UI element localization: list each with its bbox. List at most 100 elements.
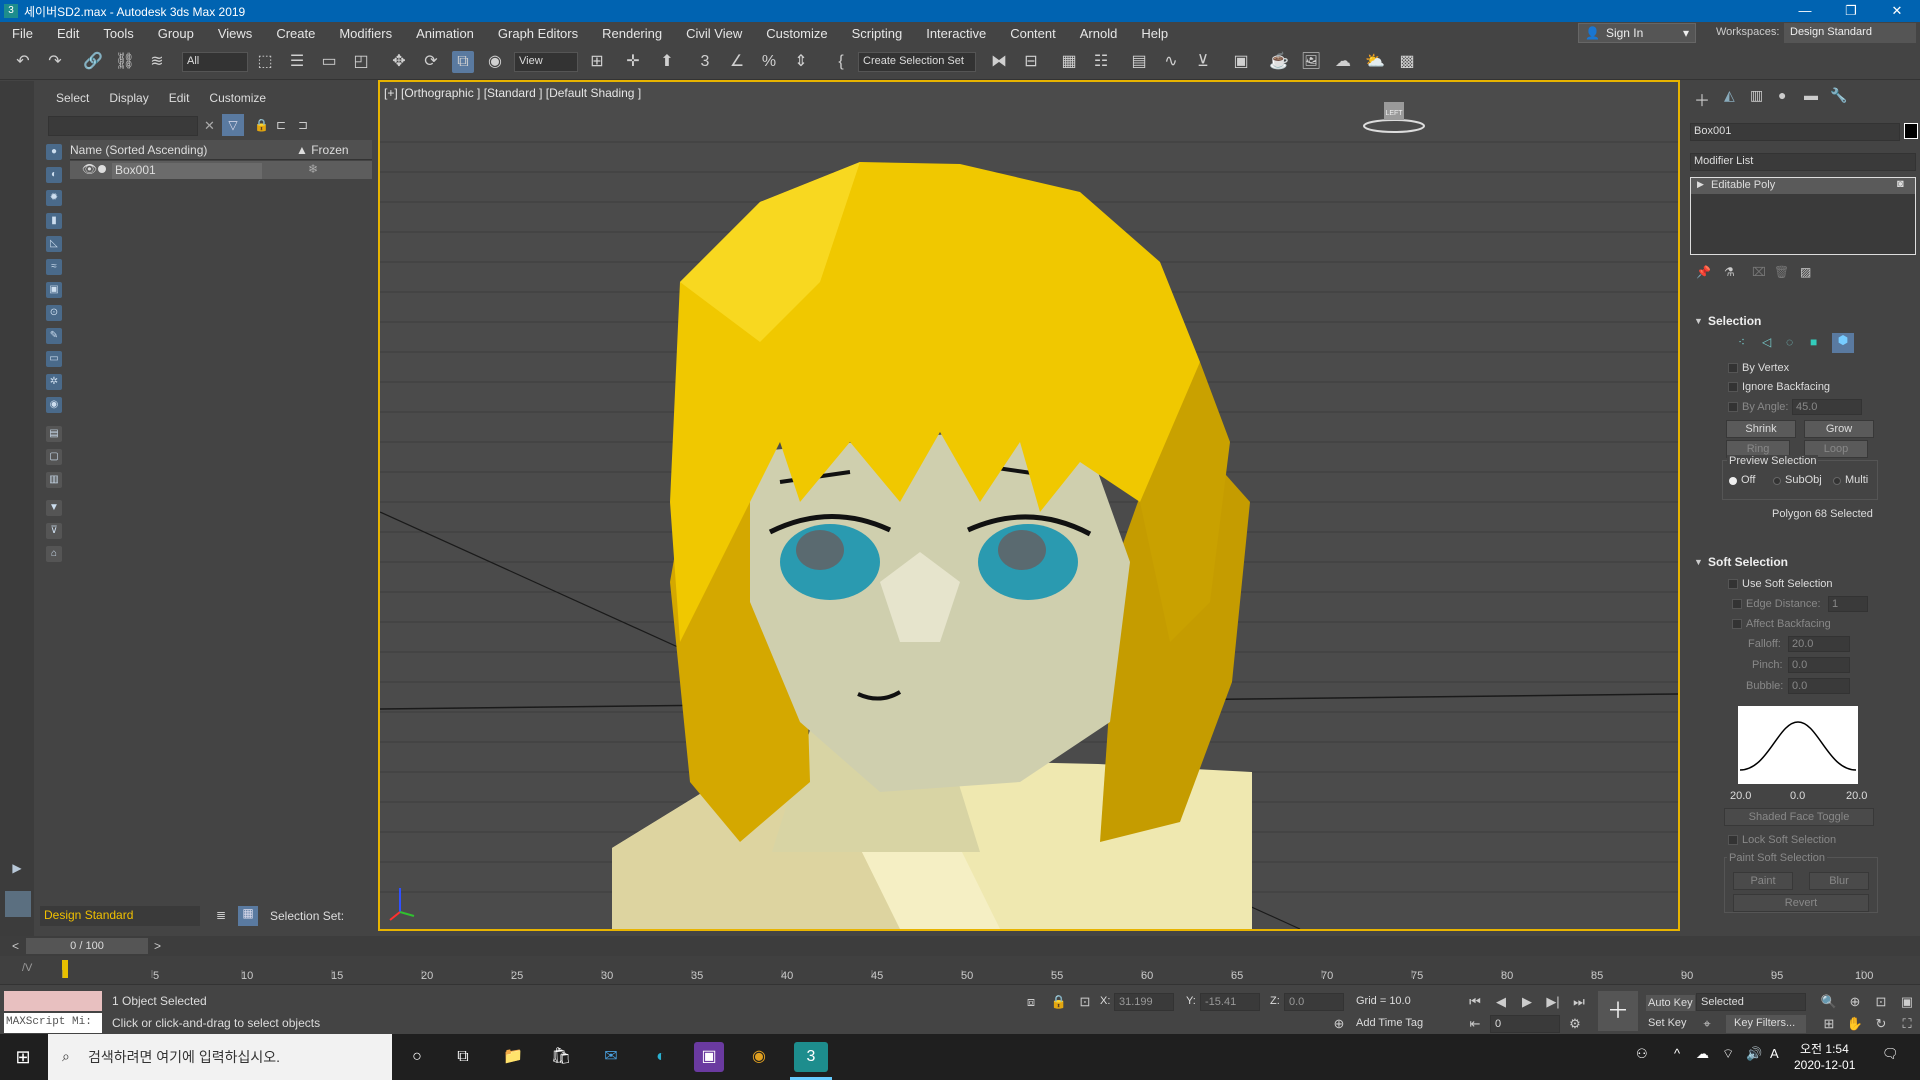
toggle-ribbon-icon[interactable]: ▤ [1128,51,1150,73]
absolute-mode-icon[interactable]: ⊡ [1076,993,1094,1011]
selection-filter-dropdown[interactable]: All [182,52,248,72]
particle-filter-icon[interactable]: ✲ [46,374,62,390]
auto-key-button[interactable]: Auto Key [1646,995,1695,1011]
pan-icon[interactable]: ✋ [1846,1015,1864,1033]
menu-scripting[interactable]: Scripting [840,26,915,41]
edge-icon[interactable]: ◐ [646,1042,676,1072]
tray-expand-icon[interactable]: ^ [1674,1046,1680,1061]
preview-off-radio[interactable] [1729,477,1737,485]
explorer-tab-display[interactable]: Display [99,91,158,105]
onedrive-icon[interactable]: ☁ [1696,1046,1709,1062]
zoom-all-icon[interactable]: ⊕ [1846,993,1864,1011]
layer-icon[interactable]: ⊐ [298,118,308,132]
object-color-swatch[interactable] [1904,123,1918,139]
set-key-button[interactable]: Set Key [1648,1017,1687,1029]
close-button[interactable]: ✕ [1874,0,1920,22]
maxscript-mini-listener[interactable]: MAXScript Mi: [4,1013,102,1033]
eye-icon[interactable]: 👁 [82,162,97,176]
time-slider-thumb[interactable]: 0 / 100 [26,938,148,954]
orbit-icon[interactable]: ↻ [1872,1015,1890,1033]
time-slider[interactable]: < 0 / 100 > [0,936,1920,956]
hierarchy-tab-icon[interactable]: ▥ [1750,87,1763,104]
modify-tab-icon[interactable]: ◭ [1724,87,1735,104]
motion-tab-icon[interactable]: ● [1778,87,1786,103]
next-frame-icon[interactable]: > [154,939,161,953]
configure-sets-icon[interactable]: ▨ [1800,265,1811,279]
object-name-field[interactable]: Box001 [1690,123,1900,141]
preview-subobj-radio[interactable] [1773,477,1781,485]
selection-rollout-title[interactable]: Selection [1708,314,1920,332]
layers-icon[interactable]: ≣ [216,908,226,922]
select-object-icon[interactable]: ⬚ [254,51,276,73]
track-bar[interactable]: /V 5 10 15 20 25 30 35 40 45 50 55 60 65… [0,956,1920,984]
frozen-column-header[interactable]: ▲ Frozen [296,143,349,157]
render-dot-icon[interactable] [98,165,106,173]
undo-icon[interactable]: ↶ [12,51,34,73]
explorer-tab-customize[interactable]: Customize [199,91,276,105]
key-filters-button[interactable]: Key Filters... [1726,1015,1806,1033]
y-coordinate-field[interactable]: -15.41 [1200,993,1260,1011]
time-config-icon[interactable]: ⚙ [1566,1015,1584,1033]
remove-modifier-icon[interactable]: 🗑 [1774,265,1789,279]
pivot-center-icon[interactable]: ⊞ [586,51,608,73]
pin-stack-icon[interactable]: 📌 [1696,265,1711,279]
soft-selection-rollout-title[interactable]: Soft Selection [1708,555,1920,573]
goto-end-icon[interactable]: ⏭ [1570,993,1588,1011]
file-explorer-icon[interactable]: 📁 [498,1042,528,1072]
create-selection-set-dropdown[interactable]: Create Selection Set [858,52,976,72]
light-filter-icon[interactable]: ✹ [46,190,62,206]
display-invert-icon[interactable]: ▥ [46,472,62,488]
store-icon[interactable]: 🛍 [546,1042,576,1072]
selection-lock-icon[interactable]: 🔒 [1050,993,1068,1011]
key-mode-icon[interactable]: ⇤ [1466,1015,1484,1033]
menu-file[interactable]: File [0,26,45,41]
network-icon[interactable]: ⌔ [1722,1046,1734,1062]
isolate-selection-icon[interactable]: ⧈ [1022,993,1040,1011]
menu-edit[interactable]: Edit [45,26,91,41]
workspace-dropdown[interactable]: Design Standard [40,906,200,926]
spinner-snap-icon[interactable]: ⇕ [790,51,812,73]
menu-civil-view[interactable]: Civil View [674,26,754,41]
volume-icon[interactable]: 🔊 [1746,1046,1762,1062]
twitch-icon[interactable]: ▣ [694,1042,724,1072]
collapse-icon[interactable]: ▼ [1694,316,1703,326]
by-vertex-checkbox[interactable] [1728,363,1738,373]
menu-views[interactable]: Views [206,26,264,41]
move-icon[interactable]: ✥ [388,51,410,73]
windows-start-icon[interactable]: ⊞ [8,1042,38,1072]
curve-editor-mini-icon[interactable]: /V [22,962,32,974]
falloff-field[interactable]: 20.0 [1788,636,1850,652]
z-coordinate-field[interactable]: 0.0 [1284,993,1344,1011]
unlink-icon[interactable]: ⛓ [114,51,136,73]
angle-snap-icon[interactable]: ∠ [726,51,748,73]
use-soft-selection-checkbox[interactable] [1728,579,1738,589]
filter-settings-icon[interactable]: ⊽ [46,523,62,539]
menu-tools[interactable]: Tools [91,26,145,41]
snaps-toggle-icon[interactable]: 3 [694,51,716,73]
percent-snap-icon[interactable]: % [758,51,780,73]
preview-multi-radio[interactable] [1833,477,1841,485]
zoom-icon[interactable]: 🔍 [1820,993,1838,1011]
redo-icon[interactable]: ↷ [44,51,66,73]
render-production-icon[interactable]: ☁ [1332,51,1354,73]
render-cloud-icon[interactable]: ⛅ [1364,51,1386,73]
bind-spacewarp-icon[interactable]: ≋ [146,51,168,73]
explorer-tab-edit[interactable]: Edit [159,91,200,105]
funnel-icon[interactable]: ▼ [46,500,62,516]
expand-icon[interactable]: ▶ [1697,179,1704,190]
restore-button[interactable]: ❐ [1828,0,1874,22]
explorer-search-input[interactable] [48,116,198,136]
menu-group[interactable]: Group [146,26,206,41]
workspaces-dropdown[interactable]: Design Standard [1784,23,1916,43]
maximize-viewport-icon[interactable]: ⛶ [1898,1015,1916,1033]
create-tab-icon[interactable]: ＋ [1694,87,1710,111]
name-column-header[interactable]: Name (Sorted Ascending) [70,143,207,157]
3dsmax-taskbar-icon[interactable]: 3 [794,1042,828,1072]
cortana-icon[interactable]: ○ [402,1042,432,1072]
rotate-icon[interactable]: ⟳ [420,51,442,73]
scale-icon[interactable]: ⧉ [452,51,474,73]
collapse-soft-icon[interactable]: ▼ [1694,557,1703,567]
prev-key-icon[interactable]: ◀ [1492,993,1510,1011]
mail-icon[interactable]: ✉ [596,1042,626,1072]
by-angle-checkbox[interactable] [1728,402,1738,412]
